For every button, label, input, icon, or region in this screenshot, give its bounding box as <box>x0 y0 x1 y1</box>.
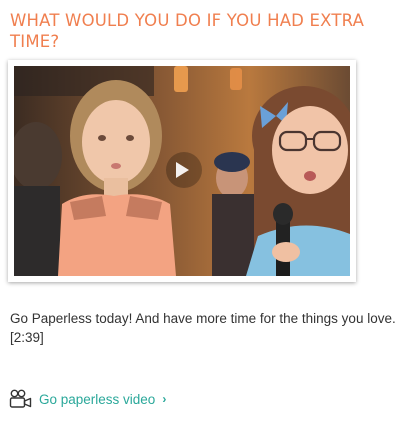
video-link[interactable]: Go paperless video › <box>9 388 166 410</box>
go-paperless-video-link[interactable]: Go paperless video <box>39 392 155 407</box>
video-thumbnail[interactable] <box>14 66 350 276</box>
chevron-right-icon[interactable]: › <box>162 392 166 406</box>
video-player[interactable] <box>8 60 356 282</box>
section-heading: WHAT WOULD YOU DO IF YOU HAD EXTRA TIME? <box>10 11 365 51</box>
video-camera-icon <box>9 389 32 408</box>
video-description: Go Paperless today! And have more time f… <box>10 311 396 345</box>
play-icon <box>176 162 189 178</box>
